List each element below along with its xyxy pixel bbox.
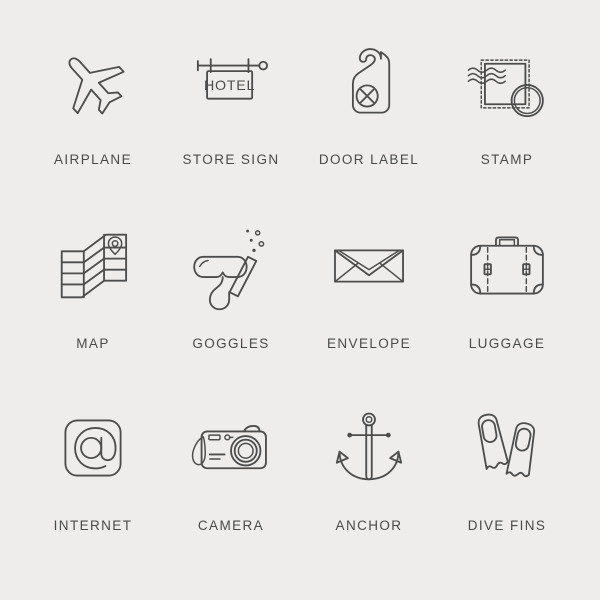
icon-cell-store-sign[interactable]: HOTEL STORE SIGN [162,30,300,212]
door-label-icon [321,36,417,132]
icon-label: ANCHOR [335,518,403,533]
icon-cell-airplane[interactable]: AIRPLANE [24,30,162,212]
icon-cell-map[interactable]: MAP [24,212,162,394]
icon-label: ENVELOPE [327,336,411,351]
icon-label: MAP [76,336,110,351]
icon-cell-luggage[interactable]: LUGGAGE [438,212,576,394]
icon-cell-internet[interactable]: INTERNET [24,394,162,576]
icon-cell-goggles[interactable]: GOGGLES [162,212,300,394]
icon-cell-camera[interactable]: CAMERA [162,394,300,576]
store-sign-icon: HOTEL [183,36,279,132]
dive-fins-icon [459,400,555,496]
icon-cell-dive-fins[interactable]: DIVE FINS [438,394,576,576]
goggles-icon [183,218,279,314]
icon-label: DOOR LABEL [318,152,420,167]
airplane-icon [45,36,141,132]
icon-cell-anchor[interactable]: ANCHOR [300,394,438,576]
icon-cell-door-label[interactable]: DOOR LABEL [300,30,438,212]
internet-at-icon [45,400,141,496]
icon-grid: AIRPLANE HOTEL STORE SIGN DOOR LABEL STA… [0,0,600,600]
icon-cell-stamp[interactable]: STAMP [438,30,576,212]
camera-icon [183,400,279,496]
luggage-icon [459,218,555,314]
icon-label: AIRPLANE [54,152,132,167]
icon-label: INTERNET [53,518,133,533]
stamp-icon [459,36,555,132]
store-sign-text: HOTEL [204,78,255,94]
envelope-icon [321,218,417,314]
icon-label: GOGGLES [192,336,270,351]
icon-label: STAMP [480,152,534,167]
icon-label: LUGGAGE [468,336,546,351]
icon-label: CAMERA [197,518,265,533]
icon-label: STORE SIGN [182,152,280,167]
icon-cell-envelope[interactable]: ENVELOPE [300,212,438,394]
map-icon [45,218,141,314]
icon-label: DIVE FINS [467,518,547,533]
anchor-icon [321,400,417,496]
